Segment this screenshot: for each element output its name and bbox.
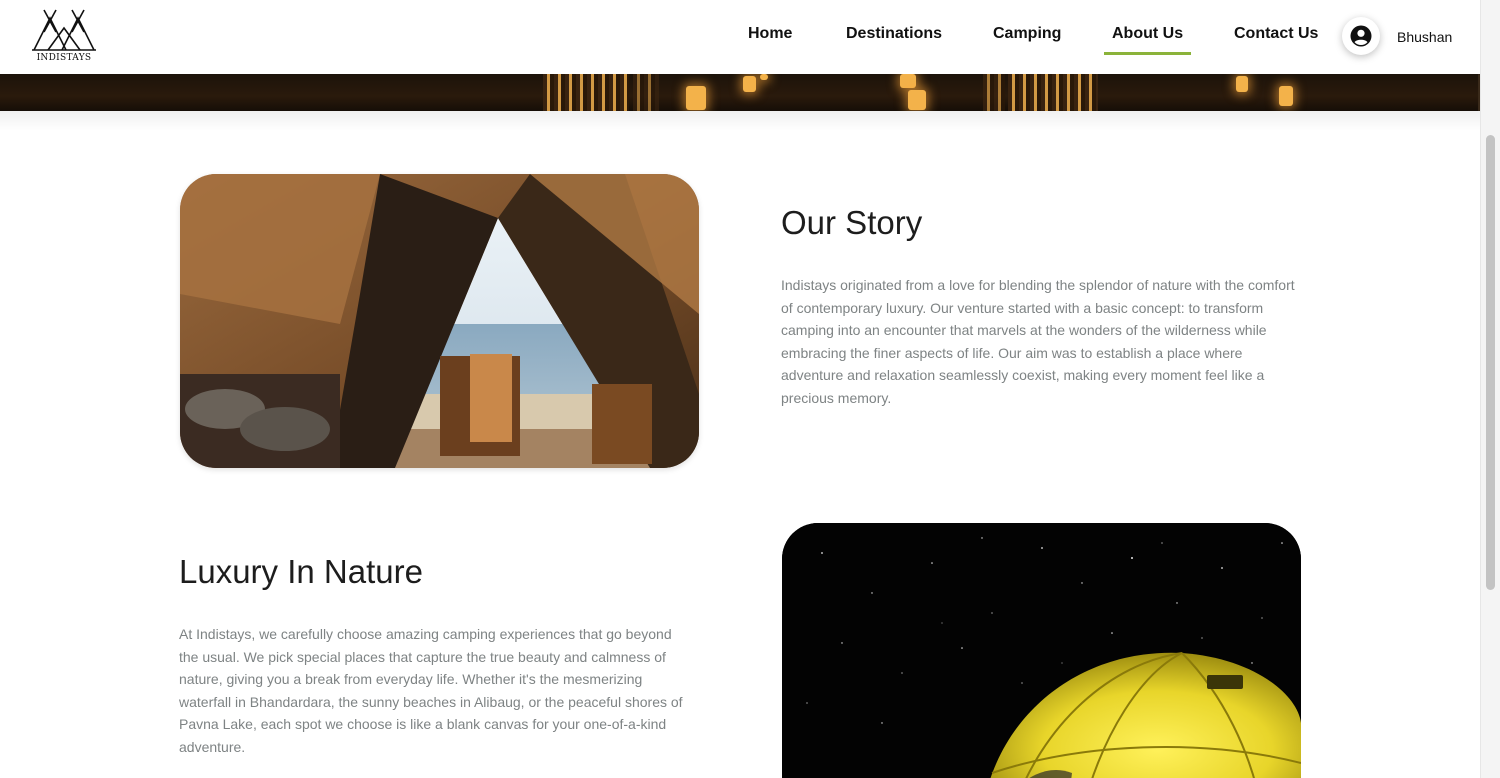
story-tent-image — [180, 174, 699, 468]
candle-light — [760, 74, 768, 80]
user-circle-icon — [1350, 25, 1372, 47]
nav-destinations[interactable]: Destinations — [846, 25, 942, 43]
lantern-pattern — [983, 74, 1005, 111]
username-label: Bhushan — [1397, 29, 1453, 45]
our-story-title: Our Story — [781, 204, 923, 241]
indistays-logo[interactable]: INDISTAYS — [30, 8, 98, 64]
nav-about-us[interactable]: About Us — [1103, 25, 1192, 55]
candle-light — [1236, 76, 1248, 92]
nav-contact-us[interactable]: Contact Us — [1234, 25, 1318, 43]
our-story-text: Indistays originated from a love for ble… — [781, 277, 1295, 406]
night-glowing-tent-photo — [782, 523, 1301, 778]
logo-text: INDISTAYS — [36, 53, 92, 63]
user-avatar-button[interactable] — [1342, 17, 1380, 55]
tent-interior-beach-photo — [180, 174, 699, 468]
hero-banner-image — [0, 74, 1480, 111]
page-scrollbar[interactable] — [1480, 0, 1500, 778]
nav-camping[interactable]: Camping — [993, 25, 1061, 43]
candle-light — [1279, 86, 1293, 106]
luxury-in-nature-title: Luxury In Nature — [179, 553, 423, 590]
luxury-in-nature-text: At Indistays, we carefully choose amazin… — [179, 626, 683, 755]
lantern-pattern — [1008, 74, 1098, 111]
candle-light — [686, 86, 706, 110]
candle-light — [743, 76, 756, 92]
candle-light — [900, 74, 916, 88]
nav-home[interactable]: Home — [748, 25, 792, 43]
lantern-pattern — [543, 74, 629, 111]
banner-shadow — [0, 111, 1480, 131]
night-tent-image — [782, 523, 1301, 778]
candle-light — [908, 90, 926, 110]
lantern-pattern — [633, 74, 659, 111]
site-header: INDISTAYS Home Destinations Camping Abou… — [0, 0, 1480, 74]
tent-logo-icon — [32, 9, 96, 51]
scrollbar-thumb[interactable] — [1486, 135, 1495, 590]
